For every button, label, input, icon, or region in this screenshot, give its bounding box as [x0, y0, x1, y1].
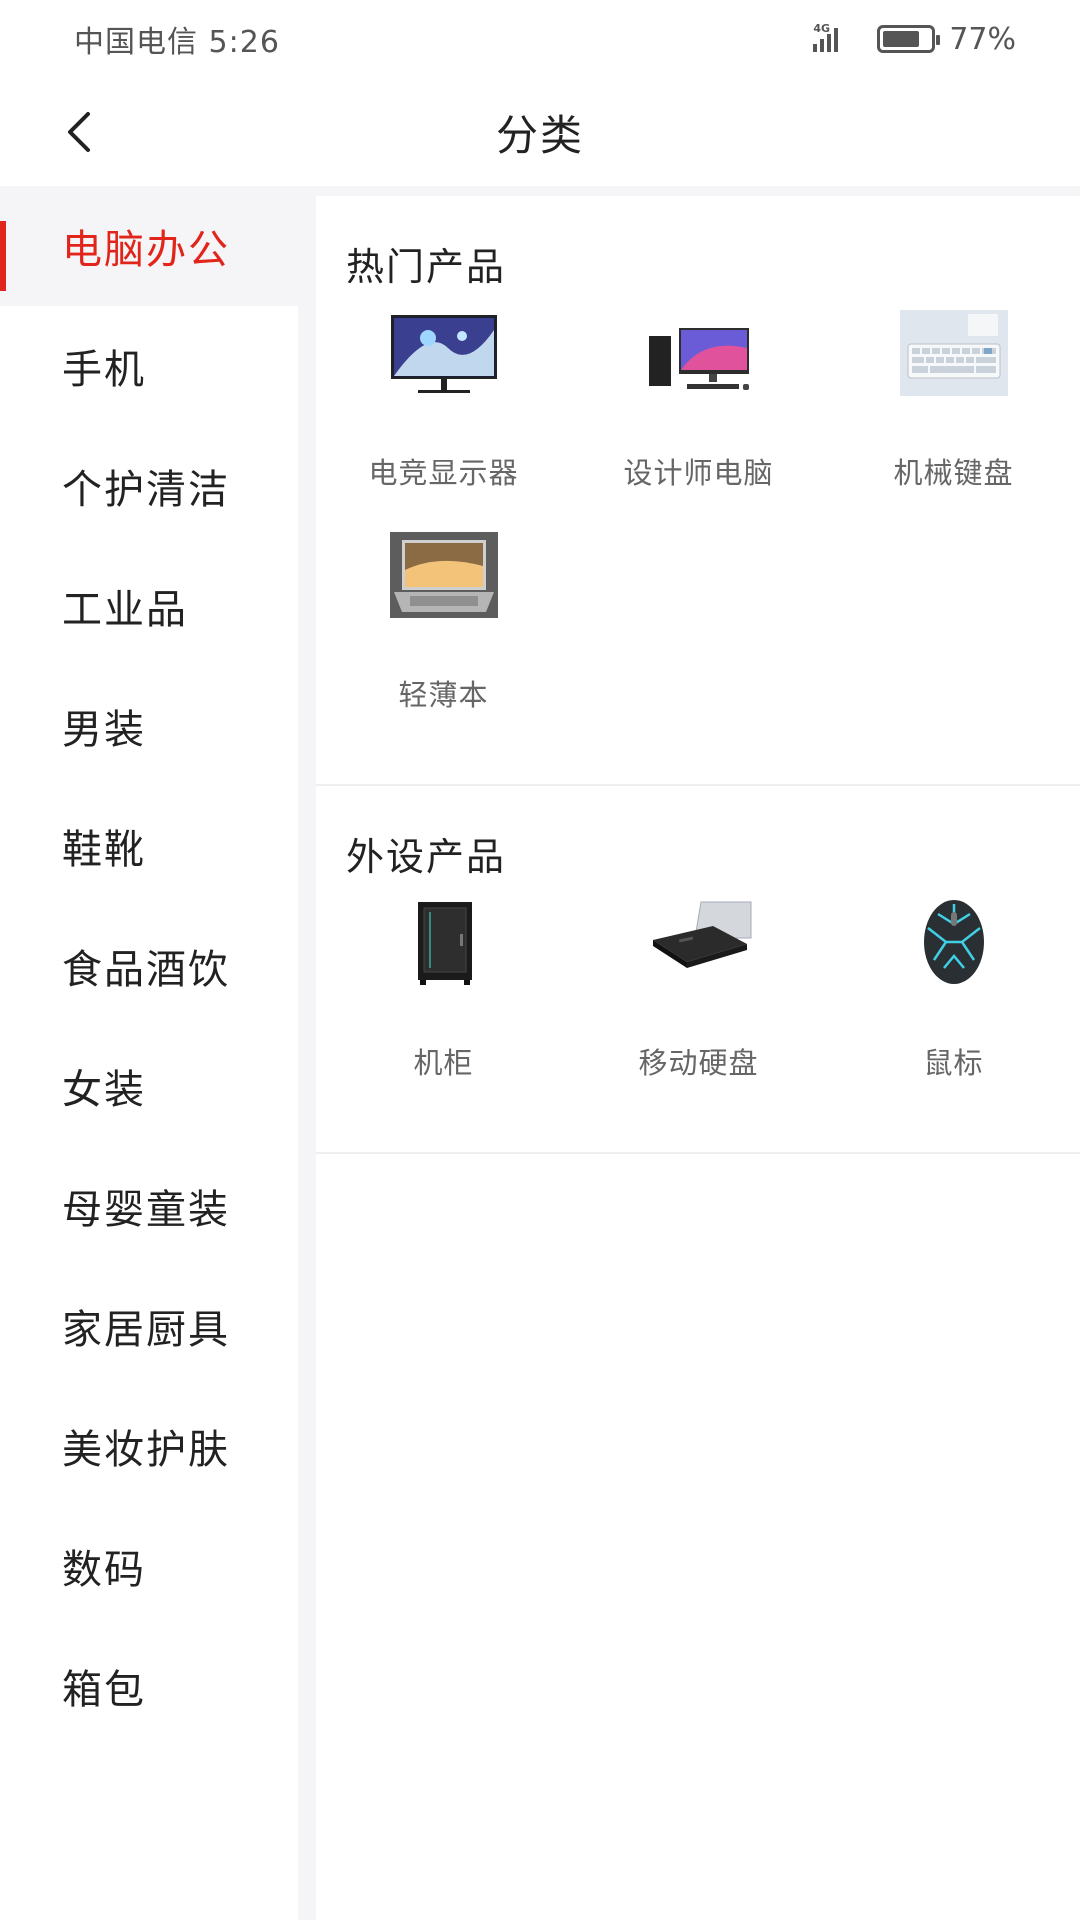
laptop-icon [388, 530, 500, 620]
sidebar-item-personal-care[interactable]: 个护清洁 [0, 426, 298, 546]
product-portable-drive[interactable]: 移动硬盘 [571, 898, 826, 1120]
section-title: 外设产品 [346, 835, 507, 879]
product-ultrabook[interactable]: 轻薄本 [316, 530, 571, 752]
monitor-icon [388, 308, 500, 398]
sidebar-item-beauty[interactable]: 美妆护肤 [0, 1386, 298, 1506]
category-content: 热门产品 电竞显示器 设计师电脑 机械键盘 轻薄本 外设产品 机柜 移动硬盘 鼠… [316, 196, 1080, 1920]
product-designer-pc[interactable]: 设计师电脑 [571, 308, 826, 530]
page-title: 分类 [495, 110, 584, 160]
battery-percent: 77% [949, 21, 1016, 57]
back-button[interactable] [48, 100, 112, 164]
sidebar-item-shoes[interactable]: 鞋靴 [0, 786, 298, 906]
product-mechanical-keyboard[interactable]: 机械键盘 [826, 308, 1080, 530]
sidebar-item-bags[interactable]: 箱包 [0, 1626, 298, 1746]
keyboard-icon [898, 308, 1010, 398]
sidebar-item-menswear[interactable]: 男装 [0, 666, 298, 786]
sidebar-item-womenswear[interactable]: 女装 [0, 1026, 298, 1146]
peripherals-section: 外设产品 机柜 移动硬盘 鼠标 [316, 786, 1080, 1154]
product-grid: 电竞显示器 设计师电脑 机械键盘 轻薄本 [316, 308, 1080, 752]
sidebar-item-digital[interactable]: 数码 [0, 1506, 298, 1626]
section-title: 热门产品 [346, 245, 507, 289]
hard-drive-icon [643, 898, 755, 988]
mouse-icon [898, 898, 1010, 988]
product-server-cabinet[interactable]: 机柜 [316, 898, 571, 1120]
battery-icon [877, 25, 941, 53]
product-mouse[interactable]: 鼠标 [826, 898, 1080, 1120]
sidebar-item-baby-kids[interactable]: 母婴童装 [0, 1146, 298, 1266]
sidebar-item-computer-office[interactable]: 电脑办公 [0, 186, 298, 306]
signal-icon: 4G [813, 22, 863, 52]
sidebar-item-phones[interactable]: 手机 [0, 306, 298, 426]
server-cabinet-icon [388, 898, 500, 988]
app-header: 分类 [0, 78, 1080, 186]
product-grid: 机柜 移动硬盘 鼠标 [316, 898, 1080, 1120]
product-gaming-monitor[interactable]: 电竞显示器 [316, 308, 571, 530]
hot-products-section: 热门产品 电竞显示器 设计师电脑 机械键盘 轻薄本 [316, 196, 1080, 786]
status-icons: 4G 77% [813, 22, 1016, 57]
sidebar-item-food-drinks[interactable]: 食品酒饮 [0, 906, 298, 1026]
desktop-computer-icon [643, 308, 755, 398]
sidebar-item-industrial[interactable]: 工业品 [0, 546, 298, 666]
carrier-time: 中国电信 5:26 [74, 25, 280, 60]
status-bar: 中国电信 5:26 4G 77% [0, 0, 1080, 78]
sidebar-item-home-kitchen[interactable]: 家居厨具 [0, 1266, 298, 1386]
category-sidebar: 电脑办公 手机 个护清洁 工业品 男装 鞋靴 食品酒饮 女装 母婴童装 家居厨具… [0, 186, 298, 1920]
chevron-left-icon [68, 112, 90, 152]
